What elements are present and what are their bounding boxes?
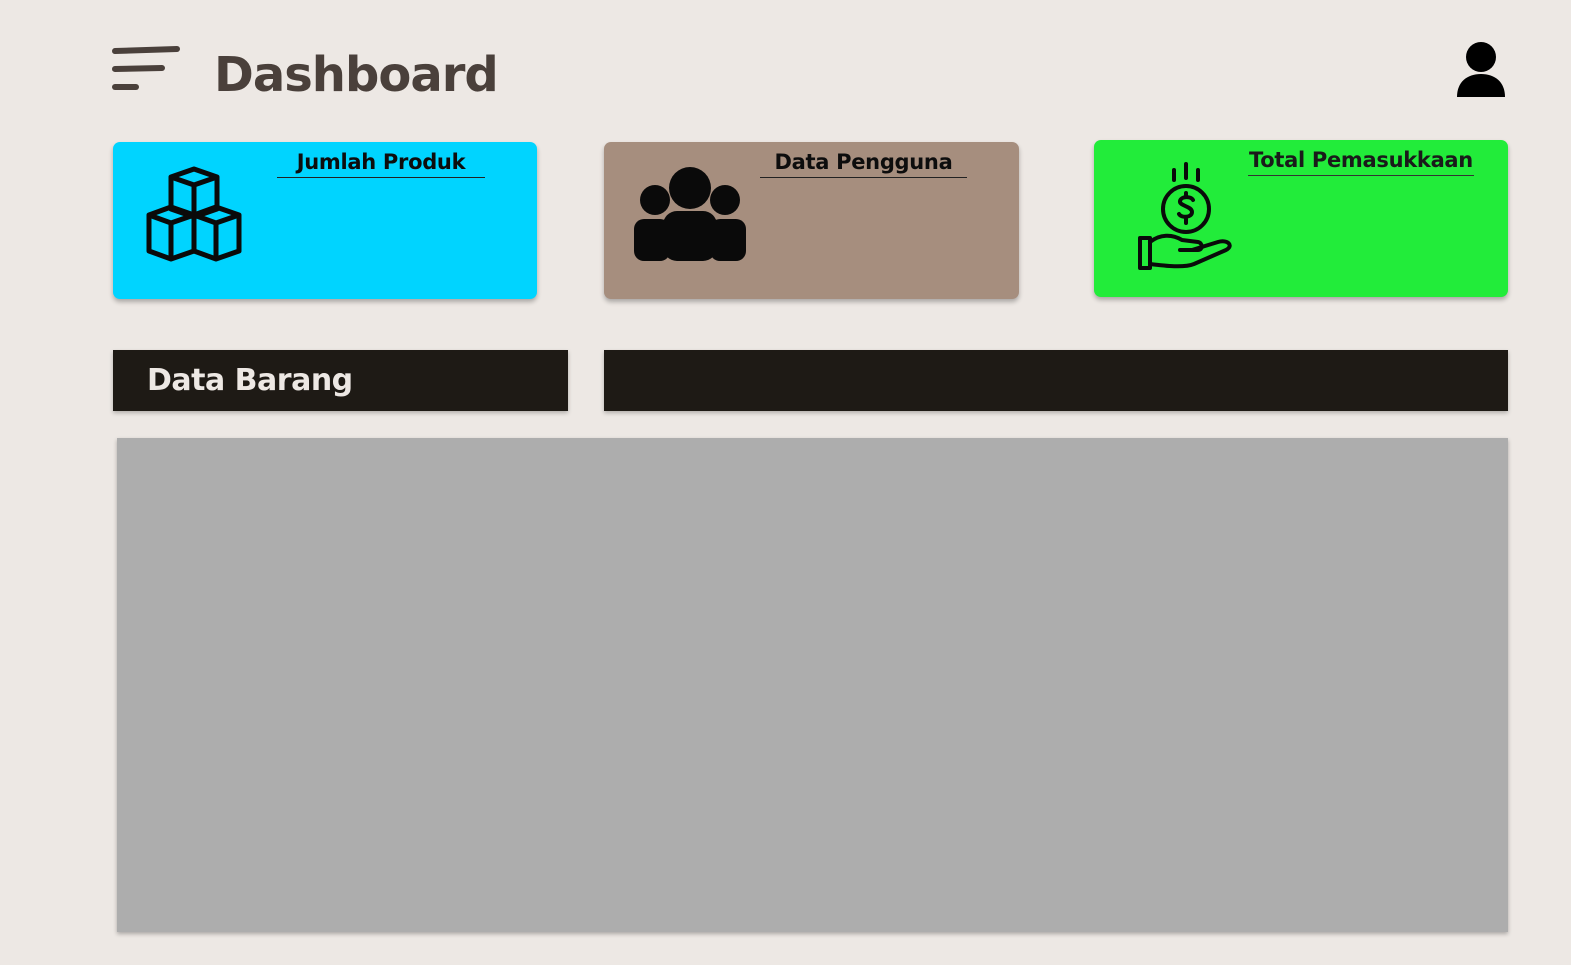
card-jumlah-produk[interactable]: Jumlah Produk <box>113 142 537 299</box>
section-header-secondary <box>604 350 1508 411</box>
money-hand-icon <box>1136 160 1236 276</box>
card-title: Data Pengguna <box>760 150 967 178</box>
card-data-pengguna[interactable]: Data Pengguna <box>604 142 1019 299</box>
user-icon <box>1457 42 1505 97</box>
section-header-data-barang: Data Barang <box>113 350 568 411</box>
data-content-area <box>117 438 1508 932</box>
section-title: Data Barang <box>147 363 353 398</box>
menu-button[interactable] <box>108 44 184 94</box>
card-title: Total Pemasukkaan <box>1248 148 1474 176</box>
user-profile-button[interactable] <box>1450 38 1512 102</box>
card-total-pemasukkaan[interactable]: Total Pemasukkaan <box>1094 140 1508 297</box>
card-title: Jumlah Produk <box>277 150 485 178</box>
page-title: Dashboard <box>214 47 499 103</box>
users-group-icon <box>632 165 748 269</box>
boxes-icon <box>145 165 243 269</box>
menu-lines-icon <box>112 46 180 90</box>
